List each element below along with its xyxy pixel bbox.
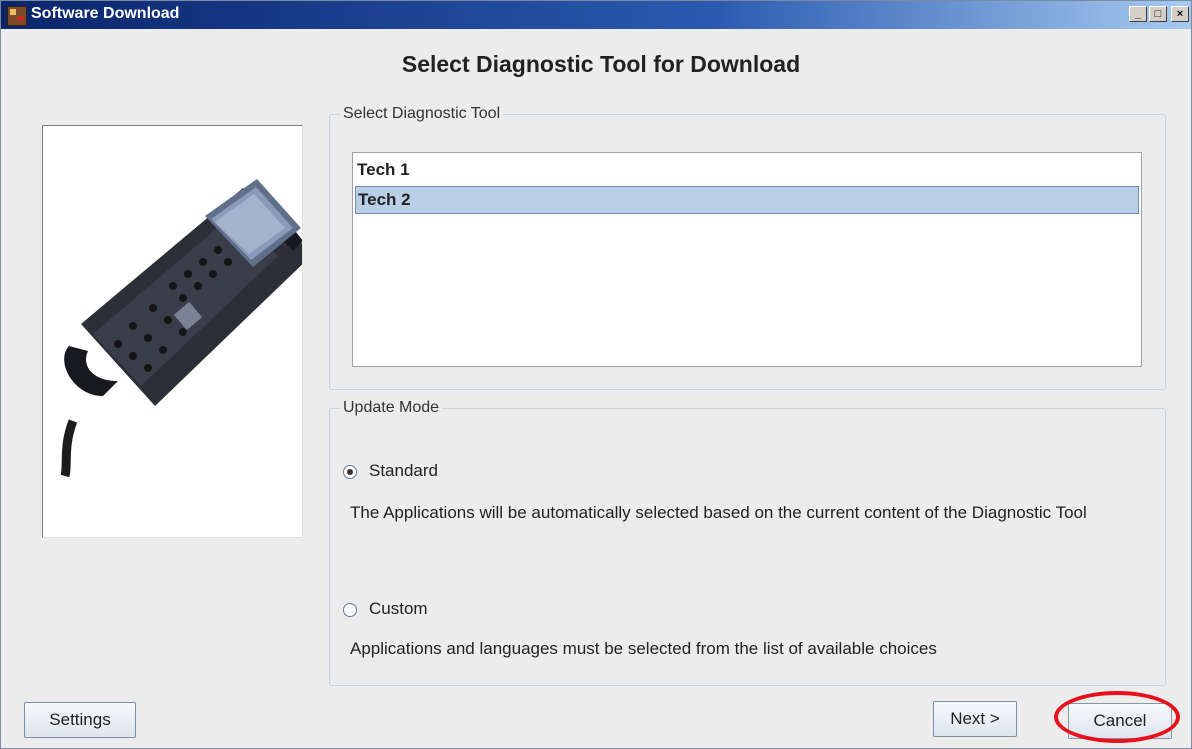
software-download-window: Software Download _ □ × Select Diagnosti… — [0, 0, 1192, 749]
standard-radio-label[interactable]: Standard — [369, 461, 438, 481]
tech2-device-picture — [60, 179, 313, 478]
next-button[interactable]: Next > — [933, 701, 1017, 737]
settings-button[interactable]: Settings — [24, 702, 136, 738]
update-mode-group: Update Mode Standard The Applications wi… — [329, 399, 1166, 686]
standard-radio[interactable] — [343, 465, 357, 479]
custom-radio-label[interactable]: Custom — [369, 599, 428, 619]
list-item-tech-1[interactable]: Tech 1 — [355, 157, 1139, 185]
close-button[interactable]: × — [1171, 6, 1189, 22]
title-bar: Software Download _ □ × — [1, 1, 1191, 29]
standard-description: The Applications will be automatically s… — [350, 503, 1087, 522]
select-tool-group: Select Diagnostic Tool Tech 1 Tech 2 — [329, 105, 1166, 390]
diagnostic-tool-image — [42, 125, 313, 538]
window-title: Software Download — [31, 5, 180, 22]
page-heading: Select Diagnostic Tool for Download — [401, 51, 801, 77]
diagnostic-tool-list[interactable]: Tech 1 Tech 2 — [352, 152, 1142, 367]
maximize-button[interactable]: □ — [1149, 6, 1167, 22]
select-tool-group-title: Select Diagnostic Tool — [340, 105, 504, 123]
cancel-button[interactable]: Cancel — [1068, 703, 1172, 739]
custom-description: Applications and languages must be selec… — [350, 639, 937, 658]
app-icon — [7, 6, 27, 26]
minimize-button[interactable]: _ — [1129, 6, 1147, 22]
update-mode-group-title: Update Mode — [340, 399, 443, 417]
custom-radio[interactable] — [343, 603, 357, 617]
list-item-tech-2[interactable]: Tech 2 — [355, 186, 1139, 214]
